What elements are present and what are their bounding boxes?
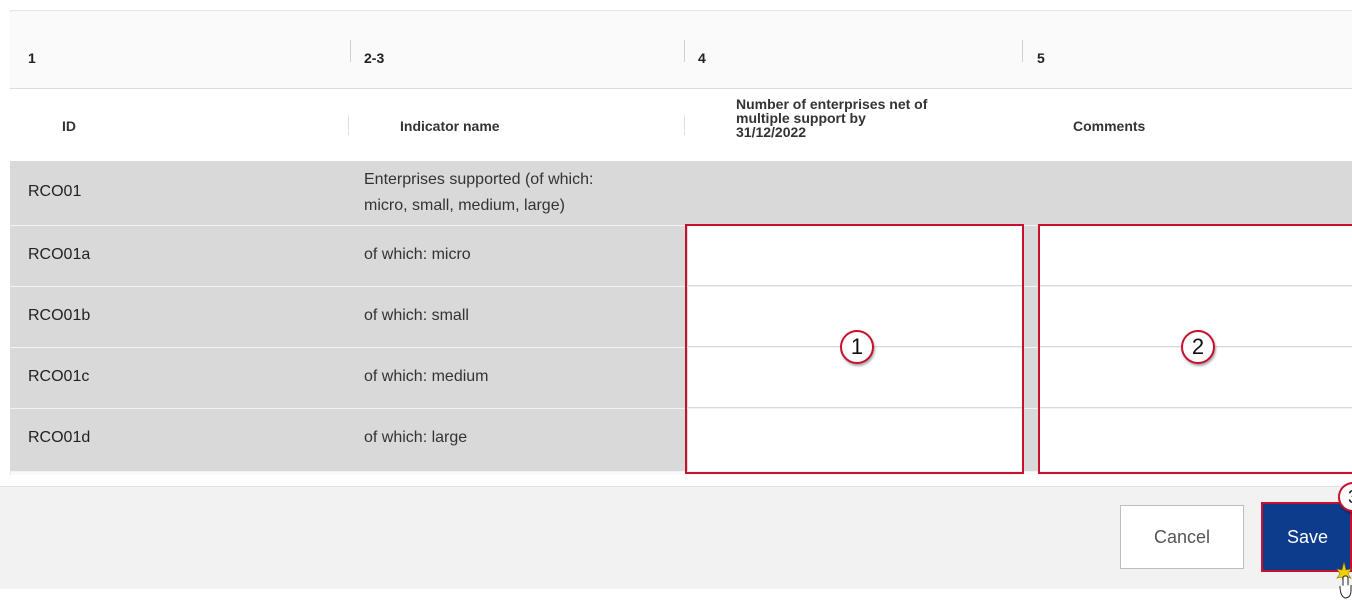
row-id: RCO01b [28,307,91,324]
row-indicator-name-line: micro, small, medium, large) [364,197,565,214]
header-divider [348,115,349,135]
callout-badge-1: 1 [840,330,874,364]
header-indicator-name: Indicator name [400,118,500,134]
column-number-1: 1 [28,50,36,66]
header-number-line: multiple support by [736,110,866,126]
column-divider [1022,40,1023,62]
column-number-row: 1 2-3 4 5 [10,12,1352,88]
column-number-5: 5 [1037,50,1045,66]
header-number-line: 31/12/2022 [736,124,807,140]
row-id: RCO01c [28,368,90,385]
row-indicator-name: of which: micro [364,246,471,263]
header-number-of-enterprises: Number of enterprises net of multiple su… [736,97,927,139]
hand-cursor-icon [1336,561,1352,599]
row-indicator-name: of which: medium [364,368,489,385]
column-divider [350,40,351,62]
column-divider [684,40,685,62]
cancel-button[interactable]: Cancel [1120,505,1244,569]
header-id: ID [62,118,76,134]
table-header-row: ID Indicator name Number of enterprises … [10,88,1352,162]
row-indicator-name: Enterprises supported (of which: micro, … [364,167,593,219]
row-indicator-name-line: Enterprises supported (of which: [364,171,594,188]
row-id: RCO01a [28,246,91,263]
row-id: RCO01d [28,429,91,446]
header-number-line: Number of enterprises net of [736,96,928,112]
row-id: RCO01 [28,183,82,200]
row-indicator-name: of which: small [364,307,469,324]
header-comments: Comments [1073,118,1146,134]
column-number-2-3: 2-3 [364,50,385,66]
row-indicator-name: of which: large [364,429,468,446]
table-row: RCO01 Enterprises supported (of which: m… [10,161,1352,226]
header-divider [684,115,685,135]
callout-badge-2: 2 [1181,330,1215,364]
column-number-4: 4 [698,50,706,66]
